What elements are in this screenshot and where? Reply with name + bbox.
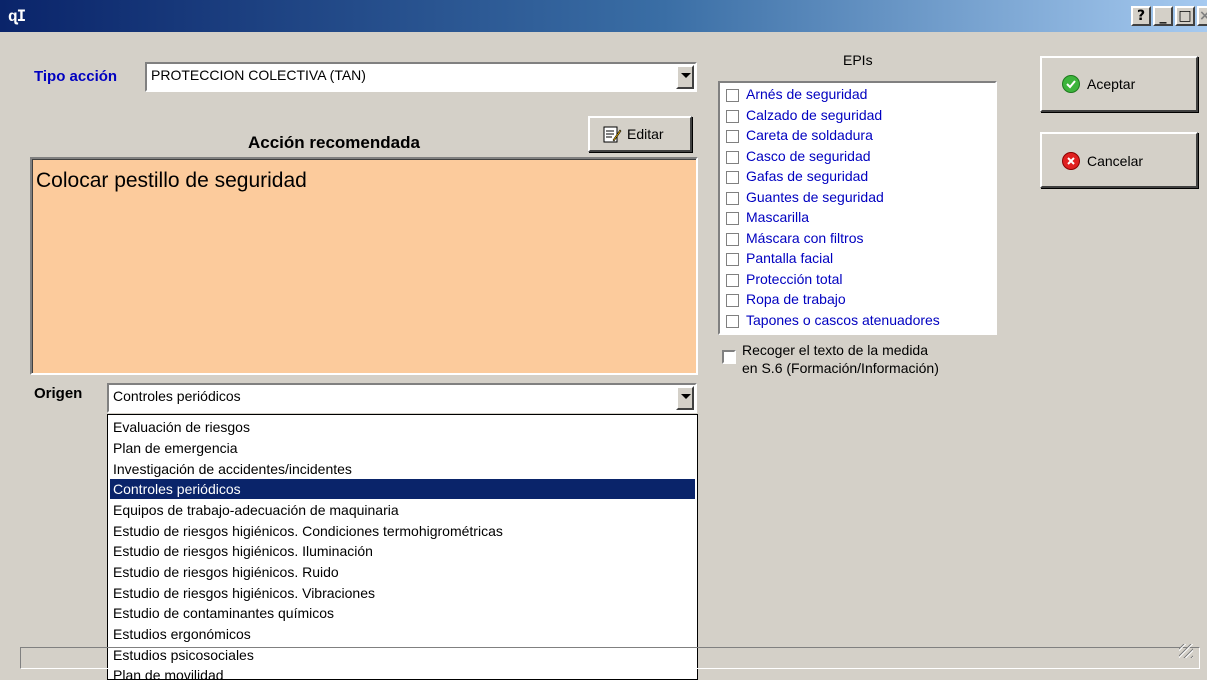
checkbox-icon[interactable] [726,171,739,184]
dropdown-option[interactable]: Estudio de riesgos higiénicos. Vibracion… [110,583,695,603]
edit-notepad-icon [603,126,622,143]
origen-value: Controles periódicos [113,388,241,404]
epi-label: Casco de seguridad [746,148,871,164]
dropdown-option-selected[interactable]: Controles periódicos [110,479,695,499]
accion-text: Colocar pestillo de seguridad [36,169,307,192]
resize-grip-icon[interactable] [1179,644,1193,658]
tipo-accion-value: PROTECCION COLECTIVA (TAN) [151,67,366,83]
accept-button[interactable]: Aceptar [1040,56,1198,112]
epi-label: Ropa de trabajo [746,291,846,307]
epis-title: EPIs [843,52,873,68]
checkbox-icon[interactable] [726,192,739,205]
checkbox-icon[interactable] [726,89,739,102]
dropdown-option[interactable]: Estudios ergonómicos [110,624,695,644]
checkbox-icon[interactable] [726,130,739,143]
minimize-button[interactable]: _ [1153,6,1173,26]
checkbox-icon[interactable] [726,110,739,123]
epi-label: Gafas de seguridad [746,168,869,184]
origen-combo[interactable]: Controles periódicos [107,383,697,413]
tipo-accion-dropdown-arrow-icon[interactable] [676,65,694,89]
epis-checklist[interactable]: Arnés de seguridad Calzado de seguridad … [718,81,997,335]
edit-button[interactable]: Editar [588,116,692,152]
checkbox-icon[interactable] [726,151,739,164]
epi-label: Arnés de seguridad [746,86,868,102]
origen-label: Origen [34,385,83,402]
checkbox-icon[interactable] [726,212,739,225]
epi-label: Tapones o cascos atenuadores [746,312,940,328]
app-logo-icon: ɋI [8,6,26,25]
tipo-accion-label: Tipo acción [34,68,118,85]
recoger-checkbox-icon[interactable] [722,350,736,364]
dropdown-option[interactable]: Estudio de contaminantes químicos [110,603,695,623]
epi-label: Calzado de seguridad [746,107,883,123]
dropdown-option[interactable]: Estudio de riesgos higiénicos. Ruido [110,562,695,582]
origen-dropdown-arrow-icon[interactable] [676,386,694,410]
edit-button-label: Editar [627,126,664,142]
accion-heading: Acción recomendada [248,133,420,152]
epi-label: Careta de soldadura [746,127,873,143]
epi-label: Guantes de seguridad [746,189,884,205]
dialog-window: ɋI ? _ □ × Tipo acción PROTECCION COLECT… [0,0,1207,680]
close-button[interactable]: × [1197,6,1207,26]
recoger-label-line1: Recoger el texto de la medida [742,342,928,358]
recoger-option[interactable]: Recoger el texto de la medida en S.6 (Fo… [722,342,1002,378]
checkbox-icon[interactable] [726,274,739,287]
recoger-label-line2: en S.6 (Formación/Información) [742,360,939,376]
dropdown-option[interactable]: Investigación de accidentes/incidentes [110,459,695,479]
epi-label: Mascarilla [746,209,810,225]
tipo-accion-combo[interactable]: PROTECCION COLECTIVA (TAN) [145,62,697,92]
status-bar [20,644,1200,669]
epi-label: Pantalla facial [746,250,834,266]
x-circle-icon [1062,152,1080,170]
maximize-button[interactable]: □ [1175,6,1195,26]
checkbox-icon[interactable] [726,253,739,266]
title-bar[interactable]: ɋI ? _ □ × [0,0,1207,32]
checkbox-icon[interactable] [726,233,739,246]
checkbox-icon[interactable] [726,315,739,328]
epi-label: Protección total [746,271,843,287]
cancel-label: Cancelar [1087,153,1144,169]
cancel-button[interactable]: Cancelar [1040,132,1198,188]
accept-label: Aceptar [1087,76,1136,92]
help-button[interactable]: ? [1131,6,1151,26]
check-circle-icon [1062,75,1080,93]
dropdown-option[interactable]: Plan de emergencia [110,438,695,458]
accion-text-memo[interactable]: Colocar pestillo de seguridad [30,157,698,375]
dropdown-option[interactable]: Estudio de riesgos higiénicos. Condicion… [110,521,695,541]
dropdown-option[interactable]: Evaluación de riesgos [110,417,695,437]
dropdown-option[interactable]: Equipos de trabajo-adecuación de maquina… [110,500,695,520]
epi-label: Máscara con filtros [746,230,864,246]
dropdown-option[interactable]: Estudio de riesgos higiénicos. Iluminaci… [110,541,695,561]
checkbox-icon[interactable] [726,294,739,307]
origen-dropdown-list[interactable]: Evaluación de riesgos Plan de emergencia… [107,414,698,680]
